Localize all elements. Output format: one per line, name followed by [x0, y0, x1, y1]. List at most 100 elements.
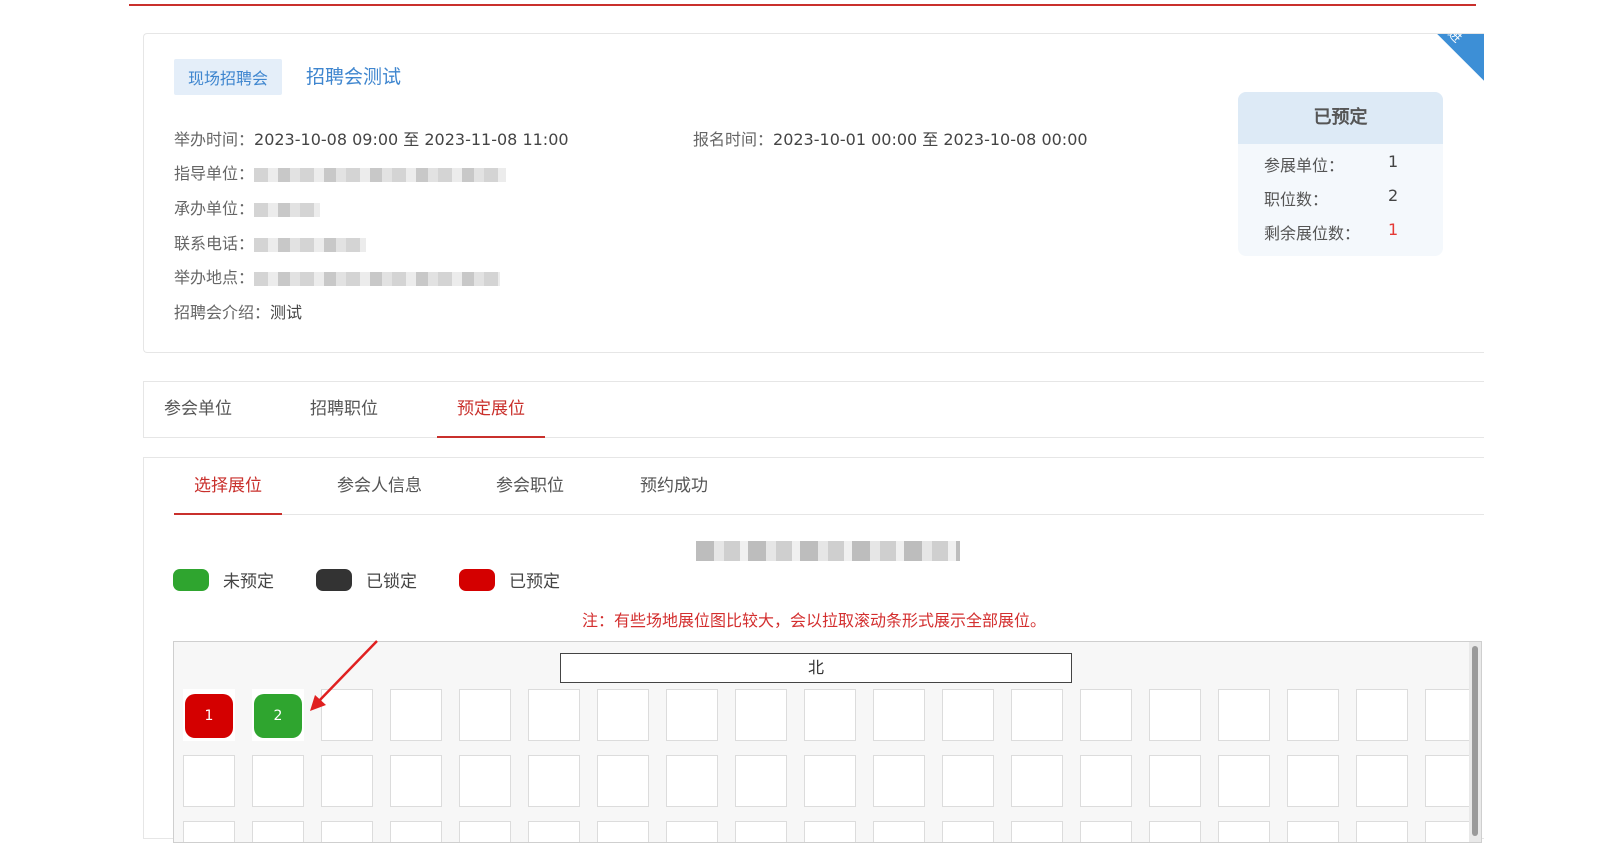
booth-cell[interactable] [666, 689, 718, 741]
main-tab-bar: 参会单位 招聘职位 预定展位 [143, 381, 1484, 438]
tab-book-booth[interactable]: 预定展位 [437, 382, 545, 438]
booked-swatch [459, 568, 495, 591]
booth-cell[interactable] [1149, 689, 1201, 741]
booth-cell[interactable] [1218, 755, 1270, 807]
booth-number: 2 [254, 694, 302, 738]
positions-label: 职位数： [1264, 190, 1329, 209]
booth-cell[interactable] [390, 821, 442, 842]
booth-cell[interactable] [459, 689, 511, 741]
booth-cell[interactable] [942, 821, 994, 842]
host-unit: 承办单位： [174, 195, 321, 219]
legend-available: 未预定 [173, 567, 274, 592]
booth-cell[interactable] [528, 689, 580, 741]
booth-cell[interactable] [942, 689, 994, 741]
booth-number: 1 [185, 694, 233, 738]
booth-cell[interactable] [1149, 821, 1201, 842]
booth-available[interactable]: 2 [252, 689, 304, 741]
booth-booked[interactable]: 1 [183, 689, 235, 741]
booth-cell[interactable] [1356, 821, 1408, 842]
signup-time: 报名时间：2023-10-01 00:00 至 2023-10-08 00:00 [693, 130, 1088, 149]
hold-time: 举办时间：2023-10-08 09:00 至 2023-11-08 11:00 [174, 130, 569, 149]
booth-cell[interactable] [459, 821, 511, 842]
booth-cell[interactable] [735, 821, 787, 842]
booth-cell[interactable] [804, 755, 856, 807]
tab-exhibitors[interactable]: 参会单位 [164, 382, 232, 437]
remaining-value: 1 [1388, 220, 1399, 239]
available-swatch [173, 568, 209, 591]
guide-unit: 指导单位： [174, 160, 507, 184]
booth-cell[interactable] [459, 755, 511, 807]
legend-booked: 已预定 [459, 567, 560, 592]
corner-status-ribbon: 进 [1411, 33, 1484, 97]
booth-cell[interactable] [1218, 689, 1270, 741]
booth-cell[interactable] [804, 689, 856, 741]
booth-cell[interactable] [735, 689, 787, 741]
booth-cell[interactable] [321, 689, 373, 741]
booth-map[interactable]: 北 12 [173, 641, 1482, 843]
step-attendee-info[interactable]: 参会人信息 [337, 458, 422, 514]
step-attend-positions[interactable]: 参会职位 [496, 458, 564, 514]
booth-cell[interactable] [1011, 821, 1063, 842]
booth-cell[interactable] [1218, 821, 1270, 842]
booth-cell[interactable] [942, 755, 994, 807]
booth-cell[interactable] [1287, 755, 1339, 807]
booth-cell[interactable] [1080, 821, 1132, 842]
tab-positions[interactable]: 招聘职位 [310, 382, 378, 437]
exhibitors-label: 参展单位： [1264, 156, 1345, 175]
redacted-value [254, 237, 367, 252]
redacted-value [254, 271, 501, 286]
scroll-note: 注：有些场地展位图比较大，会以拉取滚动条形式展示全部展位。 [582, 611, 1047, 630]
contact-phone: 联系电话： [174, 230, 367, 254]
booth-cell[interactable] [1287, 689, 1339, 741]
booth-cell[interactable] [252, 821, 304, 842]
scrollbar-thumb[interactable] [1472, 646, 1478, 836]
booth-cell[interactable] [252, 755, 304, 807]
booth-cell[interactable] [873, 689, 925, 741]
booth-cell[interactable] [597, 821, 649, 842]
booth-cell[interactable] [1080, 755, 1132, 807]
booth-cell[interactable] [873, 755, 925, 807]
booth-cell[interactable] [1149, 755, 1201, 807]
top-accent-line [129, 4, 1476, 6]
venue-name-redacted [696, 541, 960, 561]
event-title: 招聘会测试 [306, 66, 402, 88]
booth-cell[interactable] [735, 755, 787, 807]
booth-cell[interactable] [1011, 689, 1063, 741]
event-type-tag: 现场招聘会 [174, 59, 283, 95]
booking-steps: 选择展位 参会人信息 参会职位 预约成功 [174, 458, 1484, 515]
booth-cell[interactable] [321, 755, 373, 807]
booth-cell[interactable] [321, 821, 373, 842]
booth-cell[interactable] [1080, 689, 1132, 741]
booth-cell[interactable] [528, 755, 580, 807]
booth-cell[interactable] [666, 821, 718, 842]
event-location: 举办地点： [174, 264, 501, 288]
north-marker: 北 [560, 653, 1072, 683]
redacted-value [254, 167, 507, 182]
event-intro: 招聘会介绍：测试 [174, 303, 303, 322]
booth-cell[interactable] [1356, 755, 1408, 807]
stats-header: 已预定 [1238, 92, 1443, 144]
booth-cell[interactable] [183, 755, 235, 807]
booth-cell[interactable] [804, 821, 856, 842]
booth-cell[interactable] [1356, 689, 1408, 741]
locked-swatch [316, 568, 352, 591]
booth-cell[interactable] [183, 821, 235, 842]
booth-cell[interactable] [597, 689, 649, 741]
remaining-label: 剩余展位数： [1264, 224, 1361, 243]
booth-cell[interactable] [390, 689, 442, 741]
step-booking-success[interactable]: 预约成功 [640, 458, 708, 514]
booth-cell[interactable] [873, 821, 925, 842]
booth-cell[interactable] [1011, 755, 1063, 807]
booth-cell[interactable] [666, 755, 718, 807]
booth-cell[interactable] [1287, 821, 1339, 842]
exhibitors-value: 1 [1388, 152, 1399, 171]
booth-cell[interactable] [390, 755, 442, 807]
positions-value: 2 [1388, 186, 1399, 205]
corner-badge-text: 进 [1444, 33, 1465, 47]
booth-cell[interactable] [597, 755, 649, 807]
step-select-booth[interactable]: 选择展位 [174, 458, 282, 515]
legend-locked: 已锁定 [316, 567, 417, 592]
map-scrollbar[interactable] [1469, 642, 1481, 842]
booking-stats-box: 已预定 参展单位： 1 职位数： 2 剩余展位数： 1 [1238, 92, 1443, 256]
booth-cell[interactable] [528, 821, 580, 842]
